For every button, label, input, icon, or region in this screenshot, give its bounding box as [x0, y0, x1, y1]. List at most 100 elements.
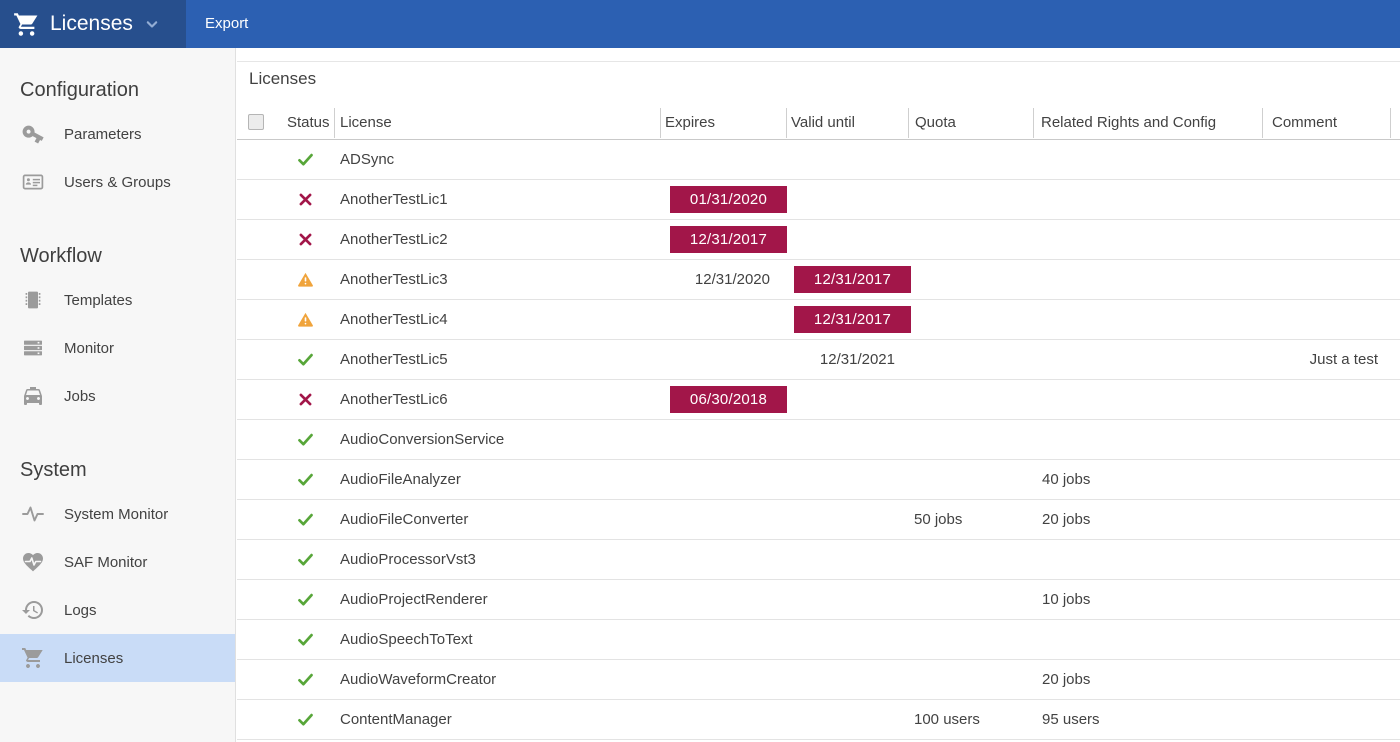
status-cell — [296, 380, 314, 419]
sidebar-item-system-monitor[interactable]: System Monitor — [0, 490, 235, 538]
column-header-quota[interactable]: Quota — [915, 105, 956, 140]
sidebar-item-logs[interactable]: Logs — [0, 586, 235, 634]
sidebar-item-label: Licenses — [64, 650, 123, 667]
valid-until-cell — [786, 460, 911, 499]
status-cell — [296, 660, 314, 699]
column-header-comment[interactable]: Comment — [1272, 105, 1337, 140]
table-row[interactable]: AnotherTestLic412/31/2017 — [237, 300, 1400, 340]
column-divider[interactable] — [908, 108, 909, 138]
column-divider[interactable] — [1390, 108, 1391, 138]
section-title: System — [0, 458, 235, 482]
column-divider[interactable] — [786, 108, 787, 138]
table-row[interactable]: AnotherTestLic1 01/31/2020 — [237, 180, 1400, 220]
comment-cell — [1262, 660, 1391, 699]
valid-until-cell — [786, 380, 911, 419]
status-cell — [296, 180, 314, 219]
status-cell — [296, 220, 314, 259]
column-divider[interactable] — [1262, 108, 1263, 138]
comment-cell — [1262, 220, 1391, 259]
table-row[interactable]: ContentManager100 users95 users — [237, 700, 1400, 740]
table-row[interactable]: AnotherTestLic512/31/2021Just a test — [237, 340, 1400, 380]
valid-until-cell — [786, 180, 911, 219]
valid-until-cell — [786, 420, 911, 459]
quota-cell: 100 users — [914, 700, 980, 739]
key-icon — [20, 122, 45, 147]
related-rights-cell: 20 jobs — [1042, 660, 1090, 699]
expires-cell — [661, 300, 787, 339]
table-row[interactable]: AudioFileAnalyzer 40 jobs — [237, 460, 1400, 500]
table-row[interactable]: AnotherTestLic3 12/31/2020 12/31/2017 — [237, 260, 1400, 300]
license-name: AnotherTestLic3 — [340, 260, 448, 299]
expires-cell — [661, 140, 787, 179]
status-error-icon — [297, 191, 314, 208]
chevron-down-icon — [142, 14, 162, 34]
column-header-expires[interactable]: Expires — [665, 105, 715, 140]
status-error-icon — [297, 391, 314, 408]
expires-cell: 06/30/2018 — [661, 380, 787, 419]
table-row[interactable]: ADSync — [237, 140, 1400, 180]
related-rights-cell: 40 jobs — [1042, 460, 1090, 499]
column-header-valid-until[interactable]: Valid until — [791, 105, 855, 140]
valid-until-cell: 12/31/2017 — [786, 260, 911, 299]
table-row[interactable]: AudioConversionService — [237, 420, 1400, 460]
expires-cell — [661, 540, 787, 579]
table-row[interactable]: AudioProjectRenderer10 jobs — [237, 580, 1400, 620]
license-name: AudioSpeechToText — [340, 620, 473, 659]
sidebar-item-licenses[interactable]: Licenses — [0, 634, 235, 682]
table-row[interactable]: AnotherTestLic606/30/2018 — [237, 380, 1400, 420]
valid-until-cell — [786, 500, 911, 539]
expires-cell: 01/31/2020 — [661, 180, 787, 219]
table-row[interactable]: AudioSpeechToText — [237, 620, 1400, 660]
status-cell — [296, 700, 314, 739]
sidebar-item-jobs[interactable]: Jobs — [0, 372, 235, 420]
status-ok-icon — [297, 591, 314, 608]
column-divider[interactable] — [660, 108, 661, 138]
expires-cell — [661, 700, 787, 739]
valid-until-cell — [786, 580, 911, 619]
column-header-license[interactable]: License — [340, 105, 392, 140]
status-warning-icon — [297, 271, 314, 288]
license-name: AnotherTestLic1 — [340, 180, 448, 219]
table-row[interactable]: AudioProcessorVst3 — [237, 540, 1400, 580]
expired-date-badge: 06/30/2018 — [670, 386, 787, 413]
sidebar-item-users-groups[interactable]: Users & Groups — [0, 158, 235, 206]
date-text: 12/31/2020 — [695, 271, 770, 288]
expired-date-badge: 12/31/2017 — [794, 266, 911, 293]
taxi-icon — [20, 384, 45, 409]
license-name: AudioFileAnalyzer — [340, 460, 461, 499]
table-row[interactable]: AnotherTestLic212/31/2017 — [237, 220, 1400, 260]
status-cell — [296, 580, 314, 619]
status-ok-icon — [297, 671, 314, 688]
sidebar-item-saf-monitor[interactable]: SAF Monitor — [0, 538, 235, 586]
license-name: AnotherTestLic2 — [340, 220, 448, 259]
sidebar-item-parameters[interactable]: Parameters — [0, 110, 235, 158]
comment-cell — [1262, 180, 1391, 219]
id-card-icon — [20, 170, 45, 195]
expires-cell: 12/31/2020 — [661, 260, 787, 299]
valid-until-cell: 12/31/2017 — [786, 300, 911, 339]
sidebar-item-templates[interactable]: Templates — [0, 276, 235, 324]
comment-cell — [1262, 620, 1391, 659]
sidebar-item-label: System Monitor — [64, 506, 168, 523]
column-header-related-rights[interactable]: Related Rights and Config — [1041, 105, 1216, 140]
comment-cell — [1262, 420, 1391, 459]
date-text: 12/31/2021 — [820, 351, 895, 368]
license-name: AudioProjectRenderer — [340, 580, 488, 619]
comment-cell — [1262, 700, 1391, 739]
column-divider[interactable] — [1033, 108, 1034, 138]
main-content: Licenses Status License Expires Valid un… — [237, 48, 1400, 742]
select-all-checkbox[interactable] — [248, 114, 264, 130]
column-divider[interactable] — [334, 108, 335, 138]
app-switcher-button[interactable]: Licenses — [0, 0, 186, 48]
comment-cell — [1262, 380, 1391, 419]
column-header-status[interactable]: Status — [287, 105, 334, 140]
menu-export[interactable]: Export — [205, 0, 248, 48]
status-error-icon — [297, 231, 314, 248]
table-row[interactable]: AudioWaveformCreator20 jobs — [237, 660, 1400, 700]
valid-until-cell — [786, 620, 911, 659]
table-row[interactable]: AudioFileConverter50 jobs20 jobs — [237, 500, 1400, 540]
valid-until-cell — [786, 700, 911, 739]
comment-cell — [1262, 460, 1391, 499]
status-cell — [296, 500, 314, 539]
sidebar-item-monitor[interactable]: Monitor — [0, 324, 235, 372]
